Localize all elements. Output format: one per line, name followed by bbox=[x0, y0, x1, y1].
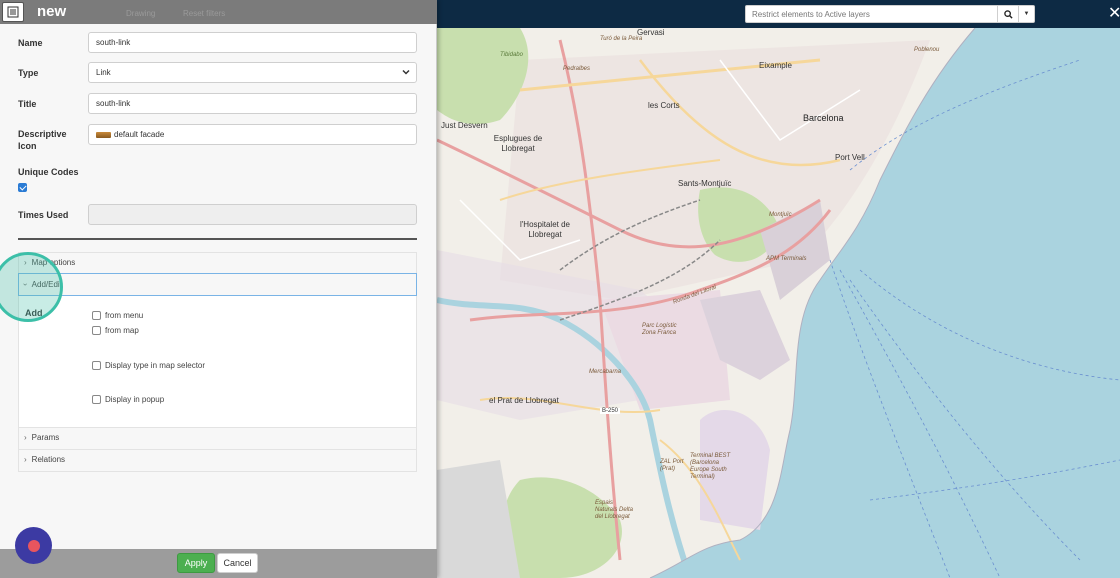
list-icon[interactable] bbox=[2, 2, 24, 22]
accordion-params-header[interactable]: › Params bbox=[24, 433, 59, 442]
display-type-checkbox[interactable] bbox=[92, 361, 101, 370]
close-map-icon[interactable]: ✕ bbox=[1108, 6, 1120, 22]
map-label-espais: Espais Naturals Delta del Llobregat bbox=[595, 500, 634, 520]
descriptive-icon-label: Descriptive Icon bbox=[18, 129, 67, 151]
map-label-port-vell: Port Vell bbox=[835, 153, 865, 162]
map-label-eixample: Eixample bbox=[759, 61, 792, 70]
map-label-zal-port: ZAL Port (Prat) bbox=[660, 459, 684, 472]
map-label-terminal-best: Terminal BEST (Barcelona Europe South Te… bbox=[690, 453, 731, 480]
relations-label: Relations bbox=[31, 455, 66, 464]
map-search-bar: ▼ bbox=[745, 5, 1035, 23]
display-type-label: Display type in map selector bbox=[105, 361, 206, 370]
apply-button[interactable]: Apply bbox=[177, 553, 215, 573]
map-label-prat: el Prat de Llobregat bbox=[489, 396, 559, 405]
panel-header: new Drawing Reset filters bbox=[0, 0, 437, 24]
map-label-hospitalet: l'Hospitalet de Llobregat bbox=[520, 220, 570, 239]
title-field[interactable]: south-link bbox=[88, 93, 417, 114]
map-label-just-desvern: Just Desvern bbox=[441, 121, 488, 130]
map-label-esplugues: Esplugues de Llobregat bbox=[493, 134, 543, 153]
display-popup-label: Display in popup bbox=[105, 395, 165, 404]
title-label: Title bbox=[18, 99, 37, 109]
times-used-field bbox=[88, 204, 417, 225]
chevron-down-icon bbox=[402, 69, 410, 75]
map-label-barcelona: Barcelona bbox=[803, 113, 844, 123]
map-label-b250: B-250 bbox=[600, 408, 621, 414]
title-value: south-link bbox=[96, 99, 131, 108]
caret-down-icon: ▼ bbox=[1023, 11, 1030, 17]
map-label-mercabarna: Mercabarna bbox=[589, 369, 622, 375]
add-edit-body bbox=[18, 296, 417, 428]
map-label-parc-logistic: Parc Logístic Zona Franca bbox=[642, 323, 677, 336]
map-search-input[interactable] bbox=[745, 5, 998, 23]
map-label-poblenou: Poblenou bbox=[914, 47, 940, 53]
type-label: Type bbox=[18, 68, 39, 78]
accordion-relations[interactable] bbox=[18, 449, 417, 472]
unique-codes-checkbox[interactable] bbox=[18, 183, 27, 192]
facade-icon bbox=[96, 131, 111, 138]
header-ghost-reset: Reset filters bbox=[183, 9, 226, 18]
map-label-pedralbes: Pedralbes bbox=[563, 66, 591, 72]
from-map-checkbox[interactable] bbox=[92, 326, 101, 335]
section-divider bbox=[18, 238, 417, 240]
display-popup-checkbox[interactable] bbox=[92, 395, 101, 404]
times-used-label: Times Used bbox=[18, 210, 69, 220]
params-label: Params bbox=[31, 433, 60, 442]
editor-panel: new Drawing Reset filters Name south-lin… bbox=[0, 0, 437, 578]
from-menu-checkbox[interactable] bbox=[92, 311, 101, 320]
map-label-turo: Turó de la Peira bbox=[600, 36, 643, 42]
map-label-tibidabo: Tibidabo bbox=[500, 52, 523, 58]
map-search-button[interactable] bbox=[998, 5, 1019, 23]
from-map-label: from map bbox=[105, 326, 139, 335]
cancel-button[interactable]: Cancel bbox=[217, 553, 258, 573]
type-select[interactable]: Link bbox=[88, 62, 417, 83]
from-menu-label: from menu bbox=[105, 311, 144, 320]
type-value: Link bbox=[96, 68, 111, 77]
descriptive-icon-field[interactable]: default facade bbox=[88, 124, 417, 145]
accordion-add-edit[interactable] bbox=[18, 273, 417, 296]
map-label-sants: Sants-Montjuïc bbox=[678, 179, 732, 188]
unique-codes-label: Unique Codes bbox=[18, 167, 79, 177]
descriptive-icon-value: default facade bbox=[114, 130, 165, 139]
chevron-right-icon: › bbox=[24, 455, 27, 464]
chevron-right-icon: › bbox=[24, 433, 27, 442]
name-value: south-link bbox=[96, 38, 131, 47]
panel-title: new bbox=[37, 3, 67, 20]
accordion-relations-header[interactable]: › Relations bbox=[24, 455, 65, 464]
map-label-montjuic: Montjuïc bbox=[769, 212, 792, 218]
name-label: Name bbox=[18, 38, 43, 48]
accordion-params[interactable] bbox=[18, 427, 417, 450]
map-label-apm: APM Terminals bbox=[766, 256, 807, 262]
header-ghost-drawing: Drawing bbox=[126, 9, 156, 18]
record-button[interactable] bbox=[15, 527, 52, 564]
record-dot-icon bbox=[27, 539, 40, 552]
accordion-map-options[interactable] bbox=[18, 252, 417, 275]
name-field[interactable]: south-link bbox=[88, 32, 417, 53]
map-label-les-corts: les Corts bbox=[648, 101, 680, 110]
map-search-dropdown[interactable]: ▼ bbox=[1019, 5, 1035, 23]
search-icon bbox=[1003, 9, 1013, 19]
